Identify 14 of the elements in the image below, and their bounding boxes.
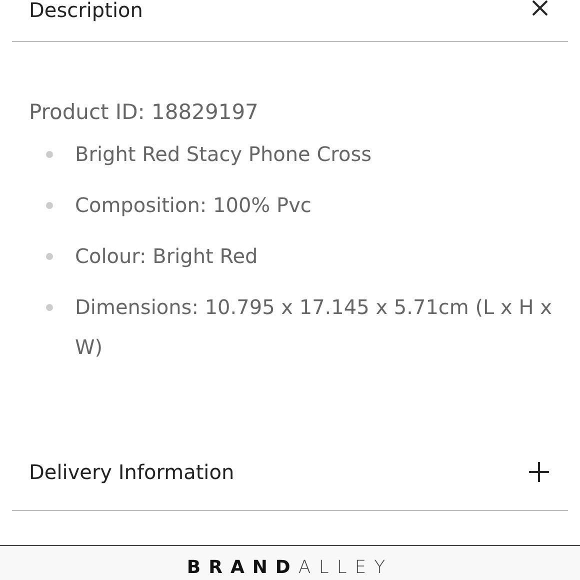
close-icon[interactable] (530, 0, 550, 18)
bullet-icon (46, 151, 53, 158)
detail-text: Bright Red Stacy Phone Cross (75, 141, 372, 168)
detail-text: Dimensions: 10.795 x 17.145 x 5.71cm (L x H x W) (75, 294, 553, 361)
section-title: Delivery Information (29, 460, 234, 484)
product-id: Product ID: 18829197 (29, 100, 260, 124)
detail-text: Composition: 100% Pvc (75, 192, 312, 219)
plus-icon[interactable] (528, 461, 550, 483)
detail-text: Colour: Bright Red (75, 243, 258, 270)
bullet-icon (46, 202, 53, 209)
bullet-icon (46, 304, 53, 311)
bullet-icon (46, 253, 53, 260)
section-title: Description (29, 0, 143, 22)
brand-logo: BRAND ALLEY (186, 557, 394, 578)
